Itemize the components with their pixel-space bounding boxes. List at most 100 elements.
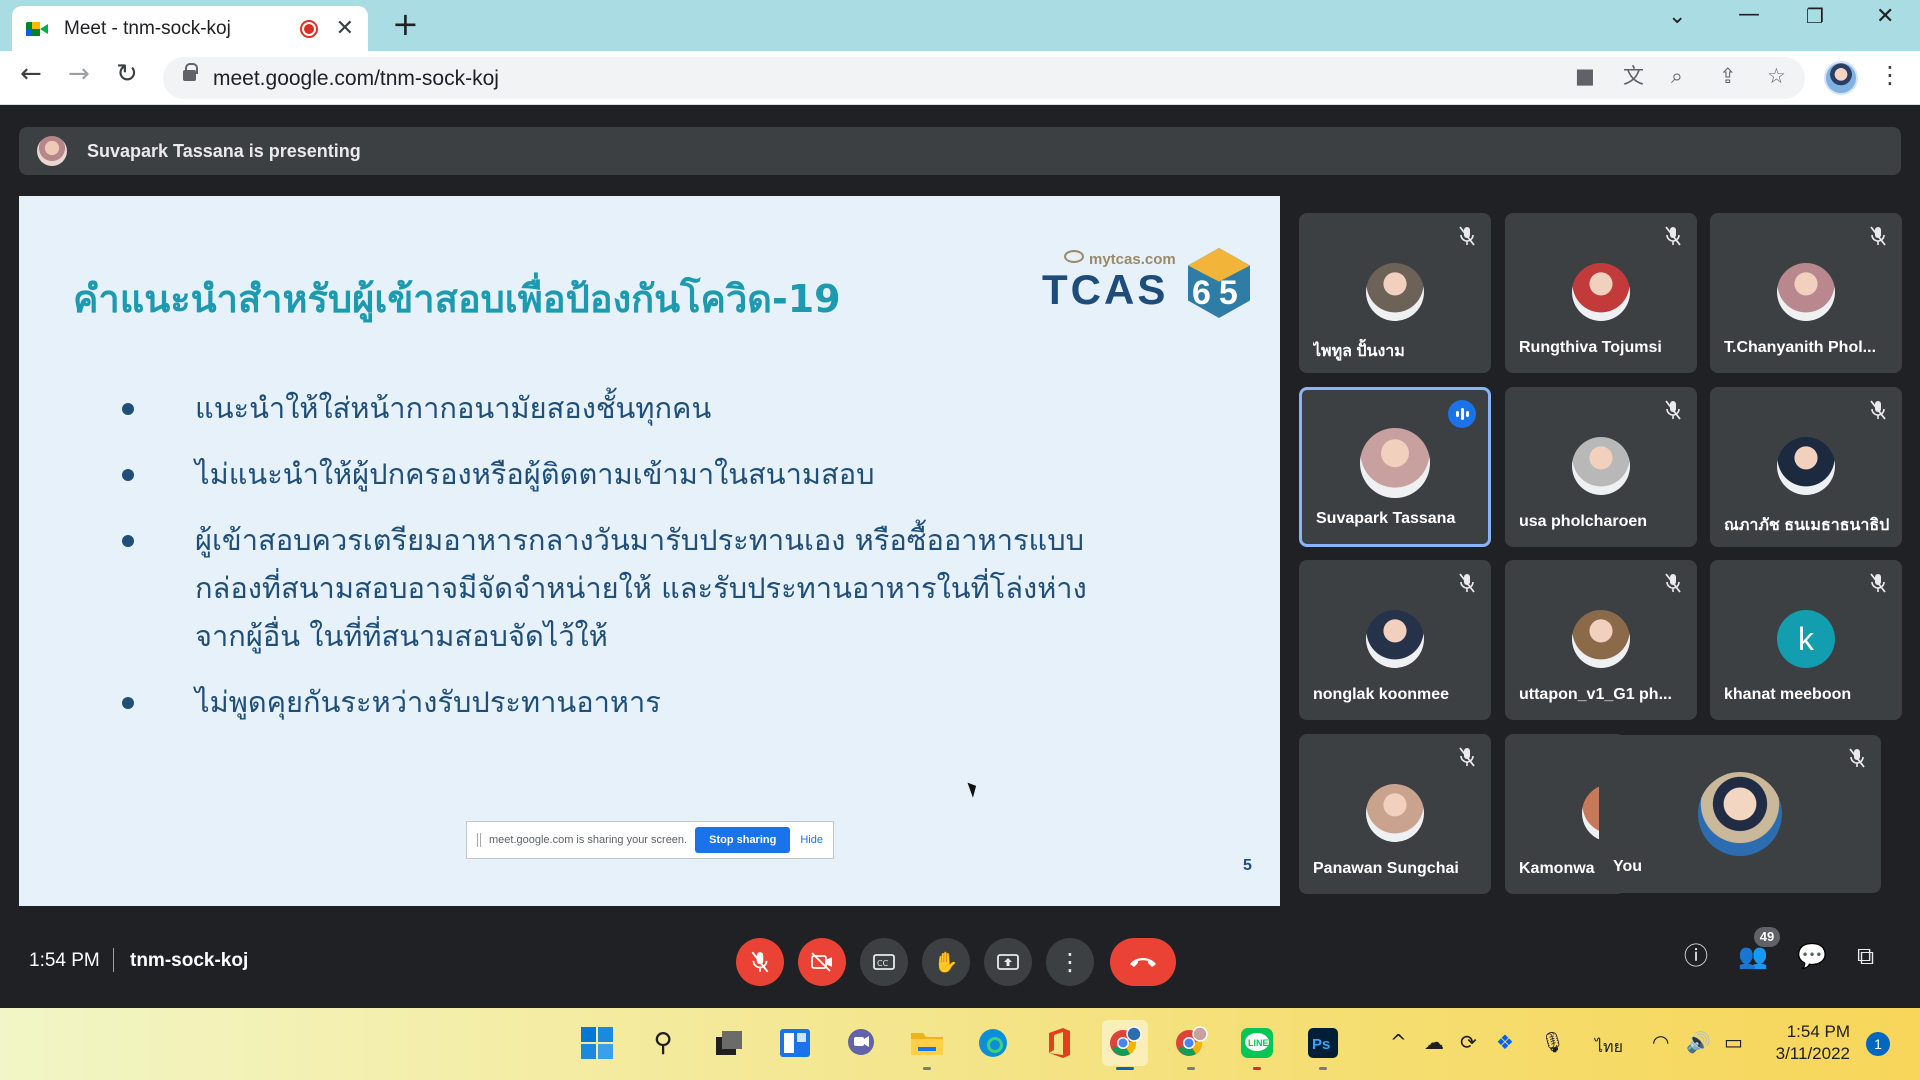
svg-text:CC: CC xyxy=(877,959,889,968)
browser-toolbar: ← → ↻ meet.google.com/tnm-sock-koj ■ 文 ⌕… xyxy=(0,51,1920,105)
stop-sharing-button[interactable]: Stop sharing xyxy=(695,827,791,853)
participant-avatar xyxy=(1366,784,1424,842)
more-options-button[interactable]: ⋮ xyxy=(1046,938,1094,986)
participant-tile[interactable]: uttapon_v1_G1 ph... xyxy=(1505,560,1697,720)
participant-tile[interactable]: ณภาภัช ธนเมธาธนาธิป xyxy=(1710,387,1902,547)
people-icon[interactable]: 👥 xyxy=(1738,944,1768,968)
captions-icon: CC xyxy=(873,954,895,970)
participant-tile[interactable]: nonglak koonmee xyxy=(1299,560,1491,720)
battery-icon[interactable]: ▭ xyxy=(1724,1032,1743,1052)
bookmark-star-icon[interactable]: ☆ xyxy=(1767,66,1786,87)
participant-avatar xyxy=(1360,428,1430,498)
hide-button[interactable]: Hide xyxy=(800,834,823,846)
url-text[interactable]: meet.google.com/tnm-sock-koj xyxy=(213,67,499,91)
chat-icon[interactable]: 💬 xyxy=(1797,944,1827,968)
share-icon[interactable]: ⇪ xyxy=(1719,66,1737,87)
present-now-button[interactable] xyxy=(984,938,1032,986)
close-tab-icon[interactable]: ✕ xyxy=(336,17,354,40)
chrome-menu-icon[interactable]: ⋮ xyxy=(1878,63,1902,87)
browser-tab-strip: Meet - tnm-sock-koj ✕ + ⌄ — ❐ ✕ xyxy=(0,0,1920,51)
line-button[interactable]: LINE xyxy=(1234,1020,1280,1070)
active-indicator xyxy=(1116,1067,1134,1070)
participant-tile[interactable]: ไพทูล ปั้นงาม xyxy=(1299,213,1491,373)
microphone-toggle-button[interactable] xyxy=(736,938,784,986)
participant-name: Suvapark Tassana xyxy=(1316,510,1456,527)
participant-tile[interactable]: k khanat meeboon xyxy=(1710,560,1902,720)
participant-avatar xyxy=(1366,610,1424,668)
participant-avatar xyxy=(1777,437,1835,495)
dropbox-icon[interactable]: ❖ xyxy=(1496,1032,1514,1052)
mic-off-icon xyxy=(1665,400,1681,420)
leave-call-button[interactable] xyxy=(1110,938,1176,986)
photoshop-button[interactable]: Ps xyxy=(1300,1020,1346,1070)
edge-button[interactable] xyxy=(970,1020,1016,1066)
mic-off-icon xyxy=(1870,226,1886,246)
task-view-button[interactable] xyxy=(706,1020,752,1066)
mic-off-icon xyxy=(1459,226,1475,246)
participant-avatar xyxy=(1777,263,1835,321)
hand-icon: ✋ xyxy=(933,950,959,974)
chrome-profile-button[interactable] xyxy=(1168,1020,1214,1070)
show-hidden-icons[interactable]: ^ xyxy=(1390,1032,1407,1052)
teams-chat-button[interactable] xyxy=(838,1020,884,1066)
chrome-meet-button[interactable] xyxy=(1102,1020,1148,1070)
camera-off-icon xyxy=(811,952,832,972)
participant-tile[interactable]: Suvapark Tassana xyxy=(1299,387,1491,547)
close-window-button[interactable]: ✕ xyxy=(1876,6,1894,28)
minimize-button[interactable]: — xyxy=(1738,4,1760,26)
new-tab-button[interactable]: + xyxy=(392,8,419,40)
participant-name: usa pholcharoen xyxy=(1519,513,1648,530)
cloud-sync-icon[interactable]: ☁ xyxy=(1424,1032,1444,1052)
presenting-text: Suvapark Tassana is presenting xyxy=(87,140,361,161)
hang-up-icon xyxy=(1130,958,1156,967)
camera-toggle-button[interactable] xyxy=(798,938,846,986)
volume-icon[interactable]: 🔊 xyxy=(1686,1032,1711,1052)
activities-icon[interactable]: ⧉ xyxy=(1857,944,1874,968)
zoom-icon[interactable]: ⌕ xyxy=(1671,66,1683,87)
profile-avatar[interactable] xyxy=(1824,61,1858,95)
restore-button[interactable]: ❐ xyxy=(1806,6,1824,26)
self-tile[interactable]: You xyxy=(1599,735,1881,893)
clock-time: 1:54 PM xyxy=(1786,1022,1850,1041)
screen-share-notice: meet.google.com is sharing your screen. … xyxy=(466,821,834,859)
notification-badge[interactable]: 1 xyxy=(1866,1032,1890,1056)
share-message: meet.google.com is sharing your screen. xyxy=(489,834,688,846)
bullet-text: ผู้เข้าสอบควรเตรียมอาหารกลางวันมารับประท… xyxy=(195,523,1087,653)
participant-tile[interactable]: usa pholcharoen xyxy=(1505,387,1697,547)
bullet-dot xyxy=(122,403,134,415)
microphone-tray-icon[interactable]: 🎙 xyxy=(1540,1032,1565,1052)
widgets-button[interactable] xyxy=(772,1020,818,1066)
line-icon: LINE xyxy=(1241,1028,1273,1058)
file-explorer-button[interactable] xyxy=(904,1020,950,1070)
forward-icon[interactable]: → xyxy=(68,61,90,87)
tab-search-icon[interactable]: ⌄ xyxy=(1668,6,1686,28)
lock-icon[interactable] xyxy=(183,63,198,81)
camera-in-use-icon[interactable]: ■ xyxy=(1575,66,1595,87)
bullet-dot xyxy=(122,535,134,547)
sync-icon[interactable]: ⟳ xyxy=(1460,1032,1477,1052)
reload-icon[interactable]: ↻ xyxy=(116,61,138,87)
drag-handle-icon[interactable] xyxy=(477,833,481,847)
search-button[interactable]: ⚲ xyxy=(640,1020,686,1066)
system-clock[interactable]: 1:54 PM 3/11/2022 xyxy=(1772,1021,1850,1065)
wifi-icon[interactable]: ◠ xyxy=(1652,1032,1669,1052)
slide-page-number: 5 xyxy=(1243,857,1252,874)
translate-icon[interactable]: 文 xyxy=(1623,66,1644,87)
tab-meet[interactable]: Meet - tnm-sock-koj ✕ xyxy=(12,6,368,51)
participant-tile[interactable]: Panawan Sungchai xyxy=(1299,734,1491,894)
address-bar[interactable]: meet.google.com/tnm-sock-koj ■ 文 ⌕ ⇪ ☆ xyxy=(163,57,1805,99)
back-icon[interactable]: ← xyxy=(20,61,42,87)
office-button[interactable] xyxy=(1036,1020,1082,1066)
presenter-avatar xyxy=(37,136,67,166)
participant-avatar xyxy=(1572,263,1630,321)
logo-number: 65 xyxy=(1192,274,1246,312)
participant-name: Panawan Sungchai xyxy=(1313,860,1459,877)
participant-tile[interactable]: T.Chanyanith Phol... xyxy=(1710,213,1902,373)
start-button[interactable] xyxy=(574,1020,620,1066)
edge-icon xyxy=(979,1029,1007,1057)
input-language[interactable]: ไทย xyxy=(1595,1035,1623,1060)
captions-button[interactable]: CC xyxy=(860,938,908,986)
participant-tile[interactable]: Rungthiva Tojumsi xyxy=(1505,213,1697,373)
meeting-details-icon[interactable]: ⓘ xyxy=(1684,944,1708,968)
raise-hand-button[interactable]: ✋ xyxy=(922,938,970,986)
